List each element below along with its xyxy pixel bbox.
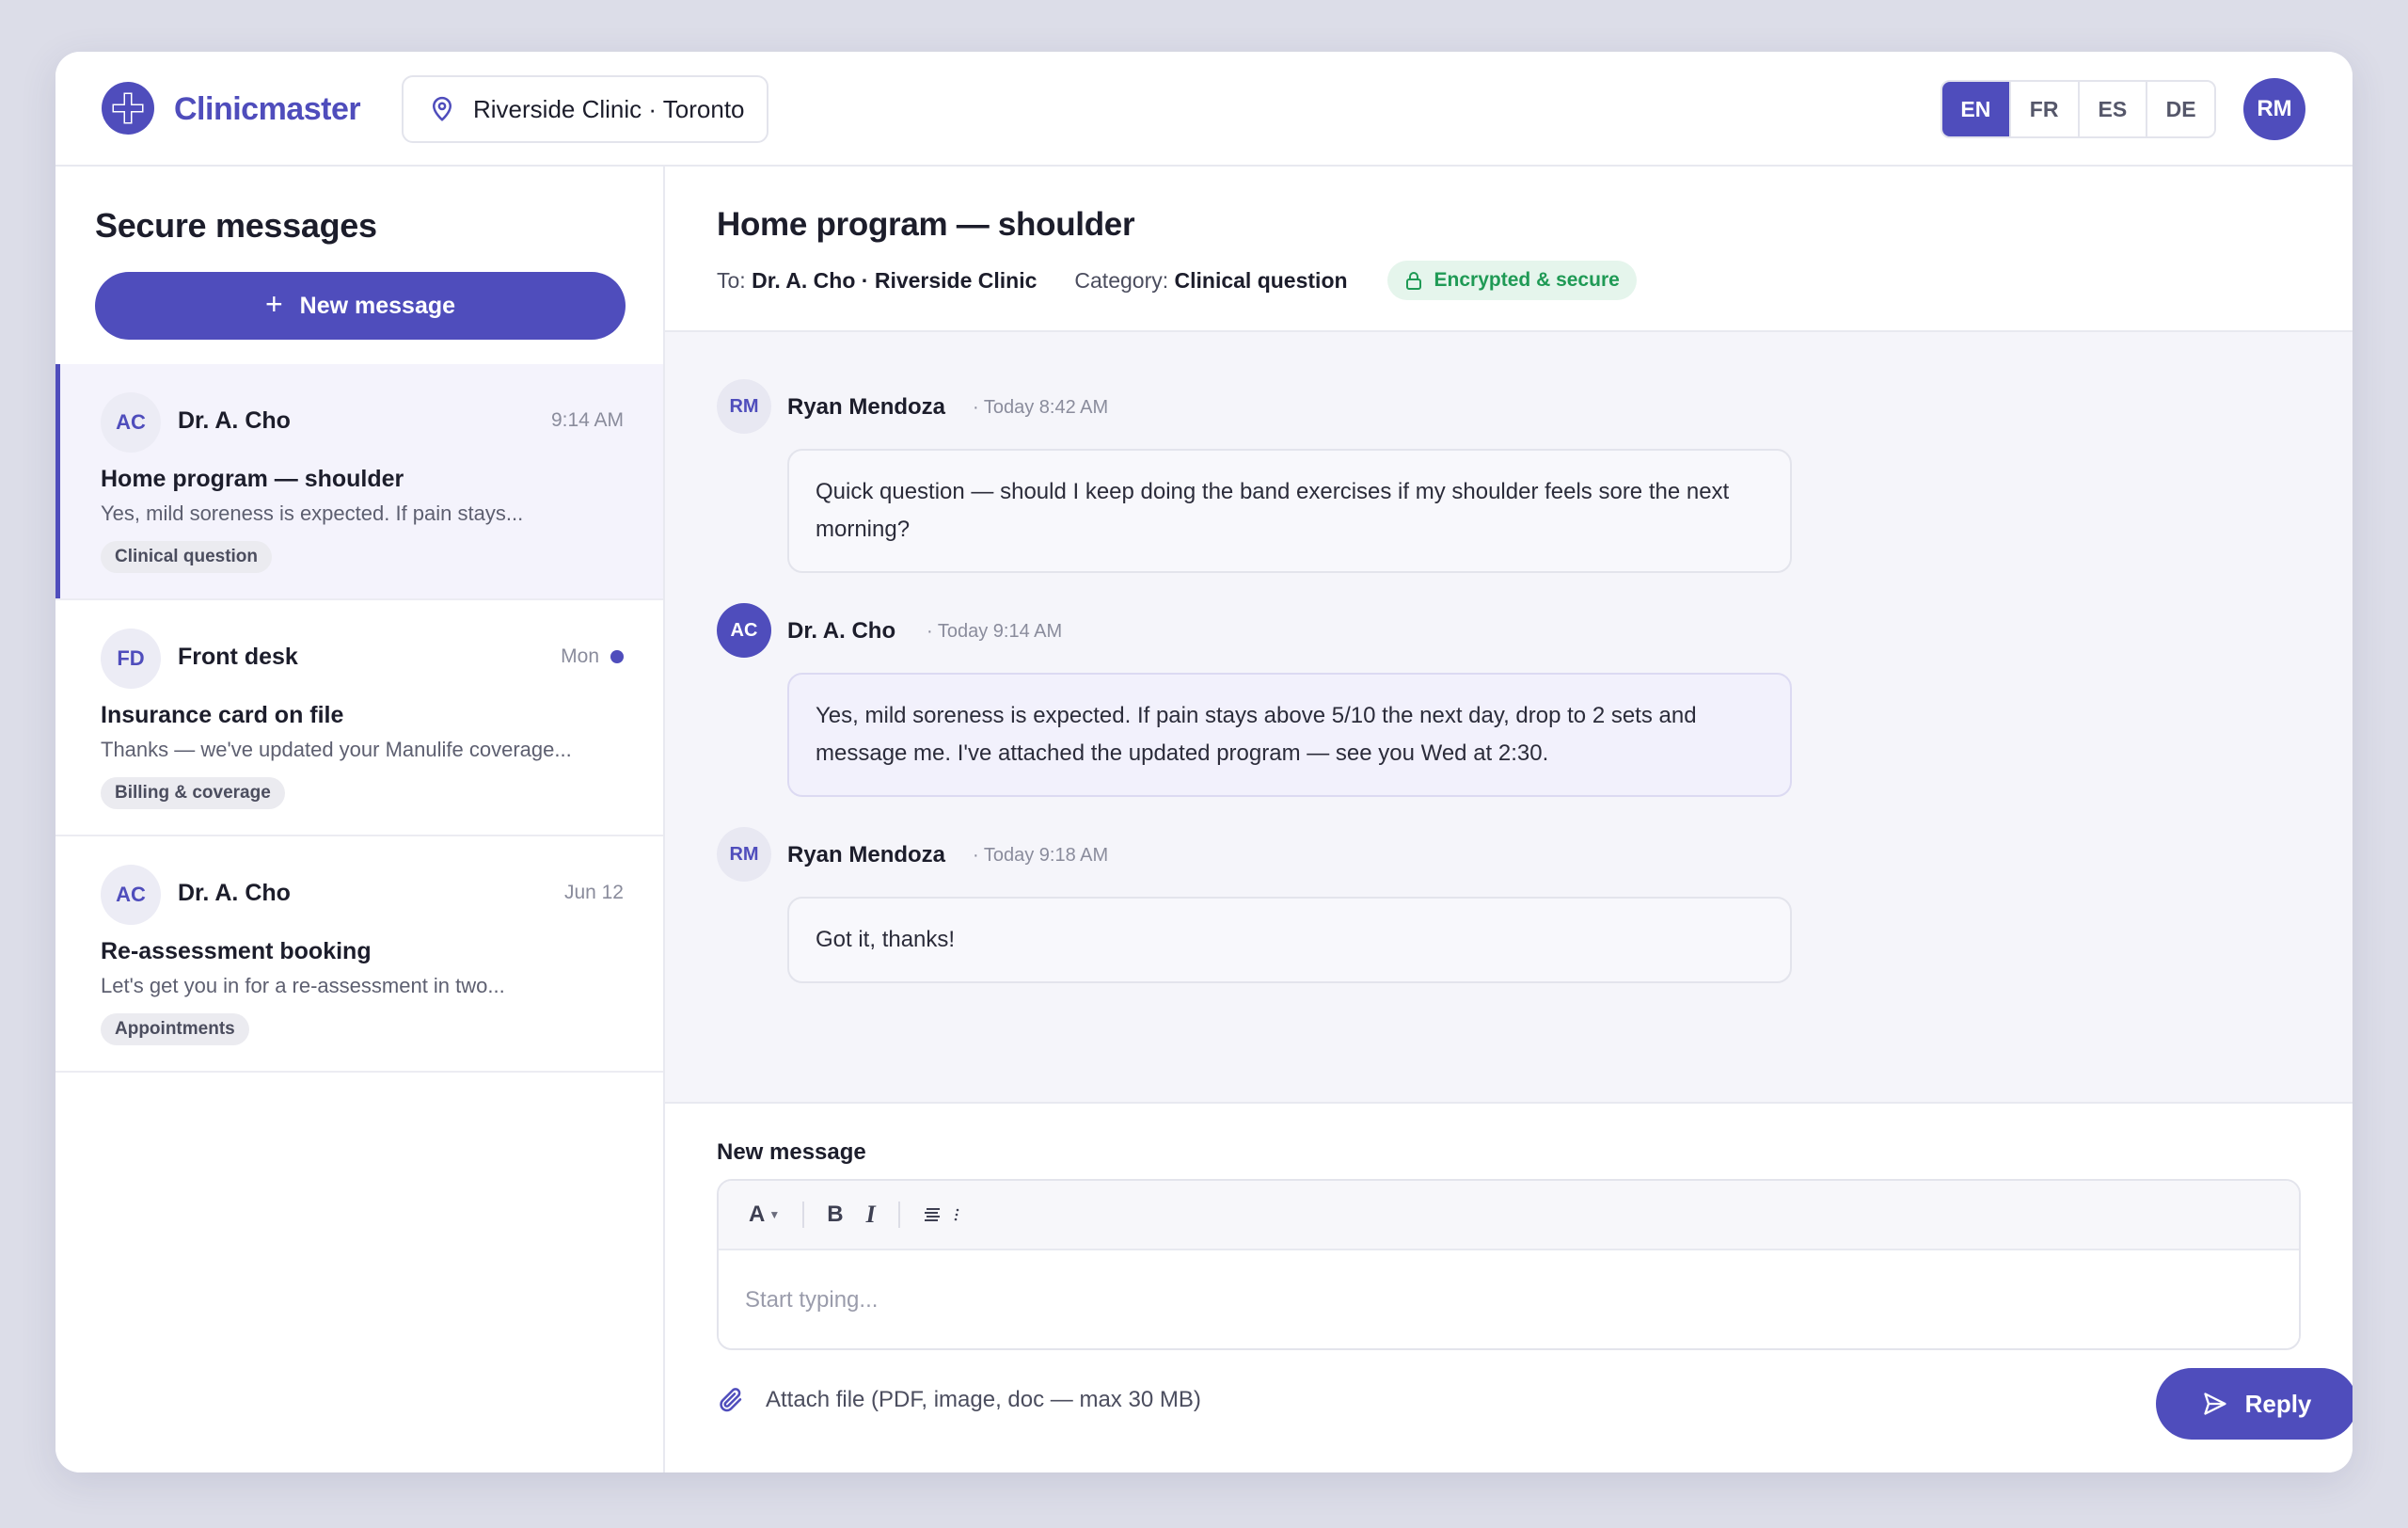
conversation-meta: To: Dr. A. Cho · Riverside Clinic Catego… [717, 261, 1637, 300]
category-tag: Clinical question [101, 541, 273, 573]
location-selector[interactable]: Riverside Clinic · Toronto [402, 75, 768, 143]
attach-file-label: Attach file (PDF, image, doc — max 30 MB… [766, 1387, 1201, 1412]
avatar: RM [717, 827, 771, 882]
editor-toolbar: A ▼ B I [719, 1181, 2299, 1250]
message-thread: RM Ryan Mendoza · Today 8:42 AM Quick qu… [665, 332, 2353, 1104]
plus-icon: + [264, 287, 283, 321]
align-left-icon [924, 1208, 940, 1221]
app-window: Clinicmaster Riverside Clinic · Toronto … [55, 52, 2353, 1472]
message-time: · Today 8:42 AM [973, 397, 1109, 418]
message-item: RM Ryan Mendoza · Today 9:18 AM Got it, … [717, 827, 1846, 987]
to-value: Dr. A. Cho · Riverside Clinic [752, 267, 1038, 293]
message-sender: Ryan Mendoza [787, 394, 946, 420]
thread-time: Jun 12 [563, 882, 624, 903]
bold-button[interactable]: B [827, 1202, 843, 1228]
lock-icon [1405, 272, 1421, 290]
thread-item[interactable]: FD Front desk Mon Insurance card on file… [55, 600, 663, 836]
location-label: Riverside Clinic · Toronto [473, 94, 745, 123]
message-sender: Dr. A. Cho [787, 618, 896, 644]
category-tag: Billing & coverage [101, 777, 285, 809]
new-message-button[interactable]: + New message [95, 272, 626, 340]
message-composer: New message A ▼ B I Start typing... Atta… [665, 1104, 2353, 1472]
toolbar-divider [802, 1202, 805, 1228]
message-item: AC Dr. A. Cho · Today 9:14 AM Yes, mild … [717, 603, 1846, 801]
thread-sender: Dr. A. Cho [178, 407, 291, 434]
to-label: To: [717, 267, 746, 293]
avatar: AC [101, 865, 161, 925]
thread-item[interactable]: AC Dr. A. Cho Jun 12 Re-assessment booki… [55, 836, 663, 1073]
avatar: AC [101, 392, 161, 453]
message-bubble: Yes, mild soreness is expected. If pain … [787, 673, 1792, 797]
secure-badge: Encrypted & secure [1386, 261, 1637, 300]
thread-subject: Home program — shoulder [101, 466, 404, 492]
message-item: RM Ryan Mendoza · Today 8:42 AM Quick qu… [717, 379, 1846, 577]
conversation-title: Home program — shoulder [717, 206, 1135, 243]
new-message-label: New message [299, 292, 456, 319]
thread-item[interactable]: AC Dr. A. Cho 9:14 AM Home program — sho… [55, 364, 663, 600]
lang-es-button[interactable]: ES [2077, 82, 2147, 136]
thread-sender: Dr. A. Cho [178, 880, 291, 906]
thread-subject: Insurance card on file [101, 702, 344, 728]
more-vertical-icon [954, 1208, 959, 1221]
unread-dot-icon [610, 650, 624, 663]
medical-cross-logo [102, 82, 154, 135]
send-icon [2203, 1393, 2226, 1415]
message-input[interactable] [719, 1250, 2299, 1348]
category-label: Category: [1074, 267, 1169, 293]
thread-preview: Let's get you in for a re-assessment in … [101, 974, 505, 997]
font-size-button[interactable]: A ▼ [749, 1202, 780, 1228]
category-value: Clinical question [1174, 267, 1348, 293]
message-bubble: Quick question — should I keep doing the… [787, 449, 1792, 573]
toolbar-divider [897, 1202, 900, 1228]
chevron-down-icon: ▼ [768, 1208, 781, 1221]
lang-fr-button[interactable]: FR [2008, 82, 2078, 136]
avatar: AC [717, 603, 771, 658]
message-sender: Ryan Mendoza [787, 842, 946, 867]
language-switcher: EN FR ES DE [1941, 80, 2216, 138]
map-pin-icon [432, 96, 452, 121]
thread-time: 9:14 AM [550, 409, 624, 431]
thread-sender: Front desk [178, 644, 298, 670]
reply-button[interactable]: Reply [2156, 1368, 2353, 1440]
thread-subject: Re-assessment booking [101, 938, 372, 964]
conversation-panel: Home program — shoulder To: Dr. A. Cho ·… [665, 167, 2353, 1472]
thread-list: AC Dr. A. Cho 9:14 AM Home program — sho… [55, 364, 663, 1073]
rich-text-editor: A ▼ B I [717, 1179, 2301, 1350]
lang-en-button[interactable]: EN [1942, 82, 2009, 136]
composer-label: New message [717, 1139, 866, 1165]
top-bar: Clinicmaster Riverside Clinic · Toronto … [55, 52, 2353, 167]
message-time: · Today 9:18 AM [973, 845, 1109, 866]
reply-label: Reply [2244, 1389, 2312, 1418]
lang-de-button[interactable]: DE [2146, 82, 2214, 136]
conversation-header: Home program — shoulder To: Dr. A. Cho ·… [665, 167, 2353, 332]
sidebar-title: Secure messages [95, 206, 377, 245]
message-time: · Today 9:14 AM [927, 621, 1063, 642]
user-avatar[interactable]: RM [2243, 78, 2305, 140]
paperclip-icon [720, 1388, 742, 1412]
thread-time: Mon [561, 645, 624, 668]
category-tag: Appointments [101, 1013, 249, 1045]
brand-name[interactable]: Clinicmaster [174, 91, 361, 128]
italic-button[interactable]: I [866, 1201, 876, 1229]
thread-preview: Thanks — we've updated your Manulife cov… [101, 738, 572, 761]
attach-file-button[interactable]: Attach file (PDF, image, doc — max 30 MB… [717, 1386, 1201, 1414]
list-button[interactable] [923, 1204, 960, 1225]
avatar: RM [717, 379, 771, 434]
message-bubble: Got it, thanks! [787, 897, 1792, 983]
avatar: FD [101, 629, 161, 689]
message-sidebar: Secure messages + New message AC Dr. A. … [55, 167, 665, 1472]
thread-preview: Yes, mild soreness is expected. If pain … [101, 501, 524, 525]
